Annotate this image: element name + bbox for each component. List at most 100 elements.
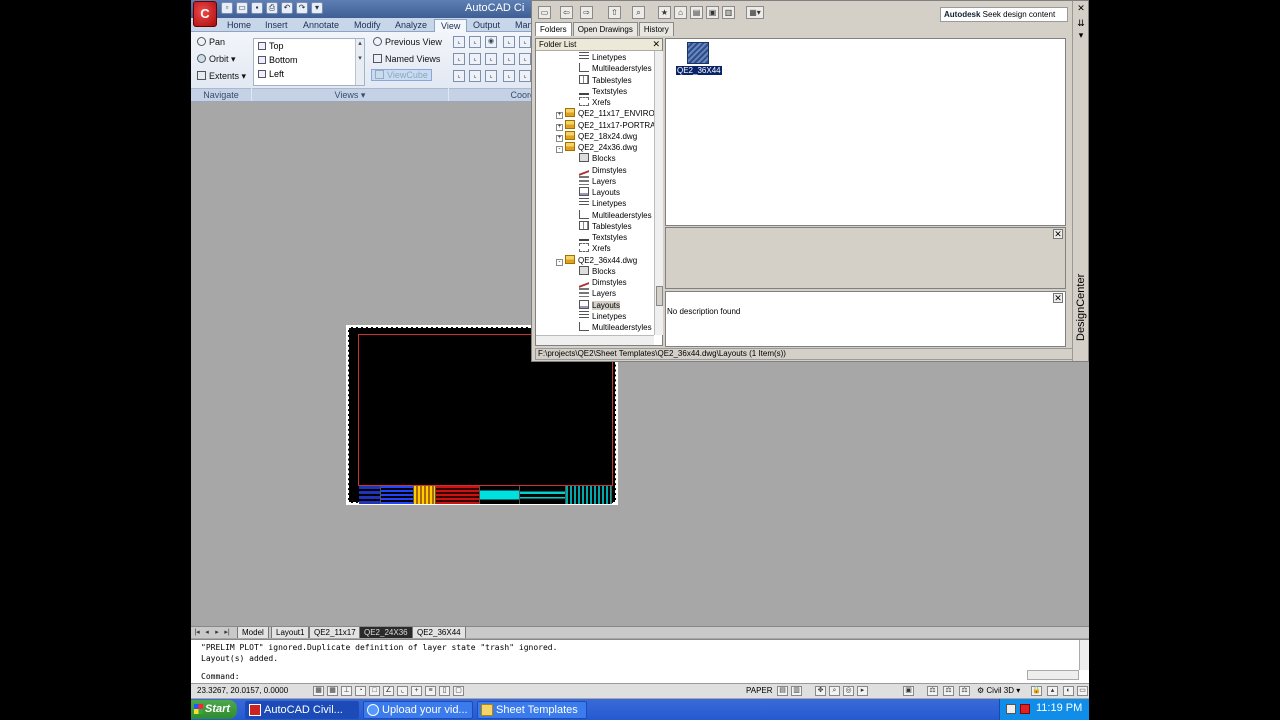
pan-button[interactable]: Pan bbox=[197, 37, 225, 47]
expand-icon[interactable]: + bbox=[556, 112, 563, 120]
named-views-button[interactable]: Named Views bbox=[373, 54, 440, 64]
ucs-3point-icon[interactable]: ⌞ bbox=[453, 53, 465, 65]
search-icon[interactable]: ⌕ bbox=[632, 6, 645, 19]
view-list-scrollbar[interactable]: ▴ ▾ bbox=[355, 39, 364, 85]
forward-icon[interactable]: ⇨ bbox=[580, 6, 593, 19]
hardware-acceleration-icon[interactable]: ▴ bbox=[1047, 686, 1058, 696]
layout-tab-layout1[interactable]: Layout1 bbox=[271, 627, 310, 638]
auto-hide-icon[interactable]: ⇊ bbox=[1076, 19, 1086, 29]
collapse-icon[interactable]: - bbox=[556, 258, 563, 266]
taskbar-item-autocad[interactable]: AutoCAD Civil... bbox=[245, 701, 359, 719]
steering-wheel-icon[interactable]: ◎ bbox=[843, 686, 854, 696]
ucs-apply-icon[interactable]: ⌞ bbox=[485, 70, 497, 82]
views-icon[interactable]: ▦▾ bbox=[746, 6, 764, 19]
tree-item[interactable]: Linetypes bbox=[579, 52, 626, 63]
properties-icon[interactable]: ▾ bbox=[1076, 31, 1086, 41]
close-icon[interactable]: ✕ bbox=[1076, 4, 1086, 14]
home-icon[interactable]: ⌂ bbox=[674, 6, 687, 19]
tab-annotate[interactable]: Annotate bbox=[297, 19, 345, 32]
ucs-origin-icon[interactable]: ⌞ bbox=[469, 36, 481, 48]
tree-item[interactable]: Textstyles bbox=[579, 86, 627, 97]
workspace-switch[interactable]: ⚙ Civil 3D ▾ bbox=[977, 686, 1020, 695]
coordinates-panel-label[interactable]: Coord bbox=[449, 88, 539, 101]
expand-icon[interactable]: + bbox=[556, 123, 563, 131]
tab-history[interactable]: History bbox=[638, 22, 674, 36]
tree-vertical-scrollbar[interactable] bbox=[654, 51, 663, 335]
first-tab-icon[interactable]: |◂ bbox=[193, 628, 201, 637]
command-prompt[interactable]: Command: bbox=[201, 672, 240, 681]
pan-icon[interactable]: ✥ bbox=[815, 686, 826, 696]
dyn-icon[interactable]: + bbox=[411, 686, 422, 696]
tree-item[interactable]: Layers bbox=[579, 288, 616, 299]
command-scrollbar[interactable] bbox=[1079, 640, 1089, 670]
ucs-previous-icon[interactable]: ⌞ bbox=[453, 70, 465, 82]
clock[interactable]: 11:19 PM bbox=[1036, 702, 1082, 714]
isolate-objects-icon[interactable]: ◐ bbox=[1063, 686, 1074, 696]
open-icon[interactable]: ▭ bbox=[236, 2, 248, 14]
tree-item[interactable]: Multileaderstyles bbox=[579, 63, 652, 74]
tree-item[interactable]: Multileaderstyles bbox=[579, 209, 652, 221]
content-item[interactable]: QE2_36X44 bbox=[676, 42, 722, 75]
palette-title-bar[interactable]: ✕ ⇊ ▾ DesignCenter bbox=[1072, 1, 1088, 361]
tree-item[interactable]: Blocks bbox=[579, 265, 616, 277]
tree-item[interactable]: Tablestyles bbox=[579, 220, 632, 232]
close-icon[interactable]: ✕ bbox=[1053, 293, 1063, 303]
ucs-world-icon[interactable]: ⌞ bbox=[453, 36, 465, 48]
layout-tab-11x17[interactable]: QE2_11x17 bbox=[309, 627, 361, 638]
tab-open-drawings[interactable]: Open Drawings bbox=[572, 22, 638, 36]
extents-button[interactable]: Extents ▾ bbox=[197, 71, 246, 82]
tree-item[interactable]: Layouts bbox=[579, 299, 621, 311]
taskbar-item-folder[interactable]: Sheet Templates bbox=[477, 701, 587, 719]
load-icon[interactable]: ▭ bbox=[538, 6, 551, 19]
tree-item[interactable]: Dimstyles bbox=[579, 162, 627, 176]
tree-item[interactable]: Layers bbox=[579, 175, 616, 187]
otrack-icon[interactable]: ∠ bbox=[383, 686, 394, 696]
clean-screen-icon[interactable]: ▭ bbox=[1077, 686, 1088, 696]
sc-icon[interactable]: ▢ bbox=[453, 686, 464, 696]
lock-icon[interactable]: 🔒 bbox=[1031, 686, 1042, 696]
ucs-zaxis-icon[interactable]: ⌞ bbox=[519, 53, 531, 65]
print-icon[interactable]: ⎙ bbox=[266, 2, 278, 14]
ucs-y-icon[interactable]: ⌞ bbox=[519, 36, 531, 48]
tree-item[interactable]: - QE2_36x44.dwg bbox=[556, 254, 637, 266]
last-tab-icon[interactable]: ▸| bbox=[223, 628, 231, 637]
ucs-face-icon[interactable]: ⌞ bbox=[469, 53, 481, 65]
auto-scale-icon[interactable]: ⚖ bbox=[959, 686, 970, 696]
views-panel-label[interactable]: Views ▾ bbox=[252, 88, 448, 101]
seek-search-box[interactable]: Autodesk Seek design content bbox=[940, 7, 1068, 22]
ucs-icon-props-icon[interactable]: ⌞ bbox=[503, 70, 515, 82]
showmotion-icon[interactable]: ▸ bbox=[857, 686, 868, 696]
previous-view-button[interactable]: Previous View bbox=[373, 37, 442, 47]
view-top[interactable]: Top bbox=[258, 41, 284, 51]
ucs-object-icon[interactable]: ⌞ bbox=[485, 53, 497, 65]
tree-item[interactable]: + QE2_11x17_ENVIRO bbox=[556, 108, 654, 120]
ducs-icon[interactable]: ⌞ bbox=[397, 686, 408, 696]
polar-icon[interactable]: ◔ bbox=[355, 686, 366, 696]
view-list[interactable]: Top Bottom Left ▴ ▾ bbox=[253, 38, 365, 86]
paper-space-toggle[interactable]: PAPER bbox=[746, 686, 773, 695]
taskbar-item-browser[interactable]: Upload your vid... bbox=[363, 701, 473, 719]
start-button[interactable]: Start bbox=[191, 700, 237, 719]
expand-icon[interactable]: + bbox=[556, 134, 563, 142]
up-icon[interactable]: ⇧ bbox=[608, 6, 621, 19]
favorites-icon[interactable]: ★ bbox=[658, 6, 671, 19]
tab-analyze[interactable]: Analyze bbox=[389, 19, 433, 32]
undo-icon[interactable]: ↶ bbox=[281, 2, 293, 14]
tree-item[interactable]: Xrefs bbox=[579, 243, 611, 254]
tree-item[interactable]: Layouts bbox=[579, 187, 620, 198]
tree-horizontal-scrollbar[interactable] bbox=[536, 335, 654, 345]
navigate-panel-label[interactable]: Navigate bbox=[191, 88, 251, 101]
tree-item[interactable]: + QE2_18x24.dwg bbox=[556, 130, 637, 142]
viewcube-button[interactable]: ViewCube bbox=[371, 69, 432, 81]
grid-icon[interactable]: ▦ bbox=[327, 686, 338, 696]
tree-view-toggle-icon[interactable]: ▤ bbox=[690, 6, 703, 19]
ucs-named-icon[interactable]: ⌞ bbox=[469, 70, 481, 82]
collapse-icon[interactable]: - bbox=[556, 146, 563, 153]
tree-item[interactable]: - QE2_24x36.dwg bbox=[556, 142, 637, 153]
tree-item[interactable]: Tablestyles bbox=[579, 74, 632, 86]
layout-tab-36x44[interactable]: QE2_36X44 bbox=[412, 627, 466, 638]
tree-item[interactable]: Dimstyles bbox=[579, 275, 627, 288]
qat-menu-icon[interactable]: ▾ bbox=[311, 2, 323, 14]
view-left[interactable]: Left bbox=[258, 69, 284, 79]
ucs-view-icon[interactable]: ◉ bbox=[485, 36, 497, 48]
